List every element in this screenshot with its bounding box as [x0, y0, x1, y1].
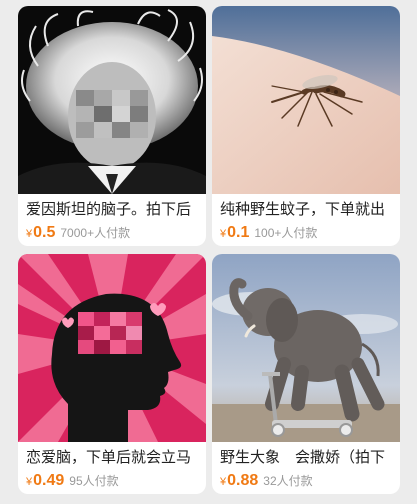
price-row: ¥ 0.5 7000+人付款	[26, 224, 130, 244]
product-price: 0.49	[33, 472, 65, 489]
product-price: 0.5	[33, 224, 56, 241]
price-row: ¥ 0.1 100+人付款	[220, 224, 317, 244]
product-card[interactable]: 野生大象 会撒娇（拍下 ¥ 0.88 32人付款	[212, 254, 400, 494]
product-image[interactable]	[18, 6, 206, 194]
mosquito-photo-icon	[212, 6, 400, 194]
product-title[interactable]: 爱因斯坦的脑子。拍下后	[26, 200, 202, 220]
product-grid: 爱因斯坦的脑子。拍下后 ¥ 0.5 7000+人付款 纯种野生蚊子，下单就出 ¥…	[0, 0, 417, 504]
elephant-on-scooter-photo-icon	[212, 254, 400, 442]
sold-count: 95人付款	[69, 474, 119, 488]
product-title[interactable]: 野生大象 会撒娇（拍下	[220, 448, 396, 468]
love-brain-illustration-icon	[18, 254, 206, 442]
product-title[interactable]: 纯种野生蚊子，下单就出	[220, 200, 396, 220]
price-row: ¥ 0.49 95人付款	[26, 472, 119, 492]
currency-symbol: ¥	[26, 476, 33, 488]
product-price: 0.1	[227, 224, 250, 241]
sold-count: 100+人付款	[254, 226, 318, 240]
einstein-photo-icon	[18, 6, 206, 194]
sold-count: 7000+人付款	[60, 226, 131, 240]
currency-symbol: ¥	[26, 228, 33, 240]
product-card[interactable]: 恋爱脑，下单后就会立马 ¥ 0.49 95人付款	[18, 254, 206, 494]
product-price: 0.88	[227, 472, 259, 489]
currency-symbol: ¥	[220, 476, 227, 488]
currency-symbol: ¥	[220, 228, 227, 240]
sold-count: 32人付款	[263, 474, 313, 488]
product-card[interactable]: 爱因斯坦的脑子。拍下后 ¥ 0.5 7000+人付款	[18, 6, 206, 246]
product-title[interactable]: 恋爱脑，下单后就会立马	[26, 448, 202, 468]
product-image[interactable]	[18, 254, 206, 442]
product-image[interactable]	[212, 254, 400, 442]
product-card[interactable]: 纯种野生蚊子，下单就出 ¥ 0.1 100+人付款	[212, 6, 400, 246]
price-row: ¥ 0.88 32人付款	[220, 472, 313, 492]
product-image[interactable]	[212, 6, 400, 194]
